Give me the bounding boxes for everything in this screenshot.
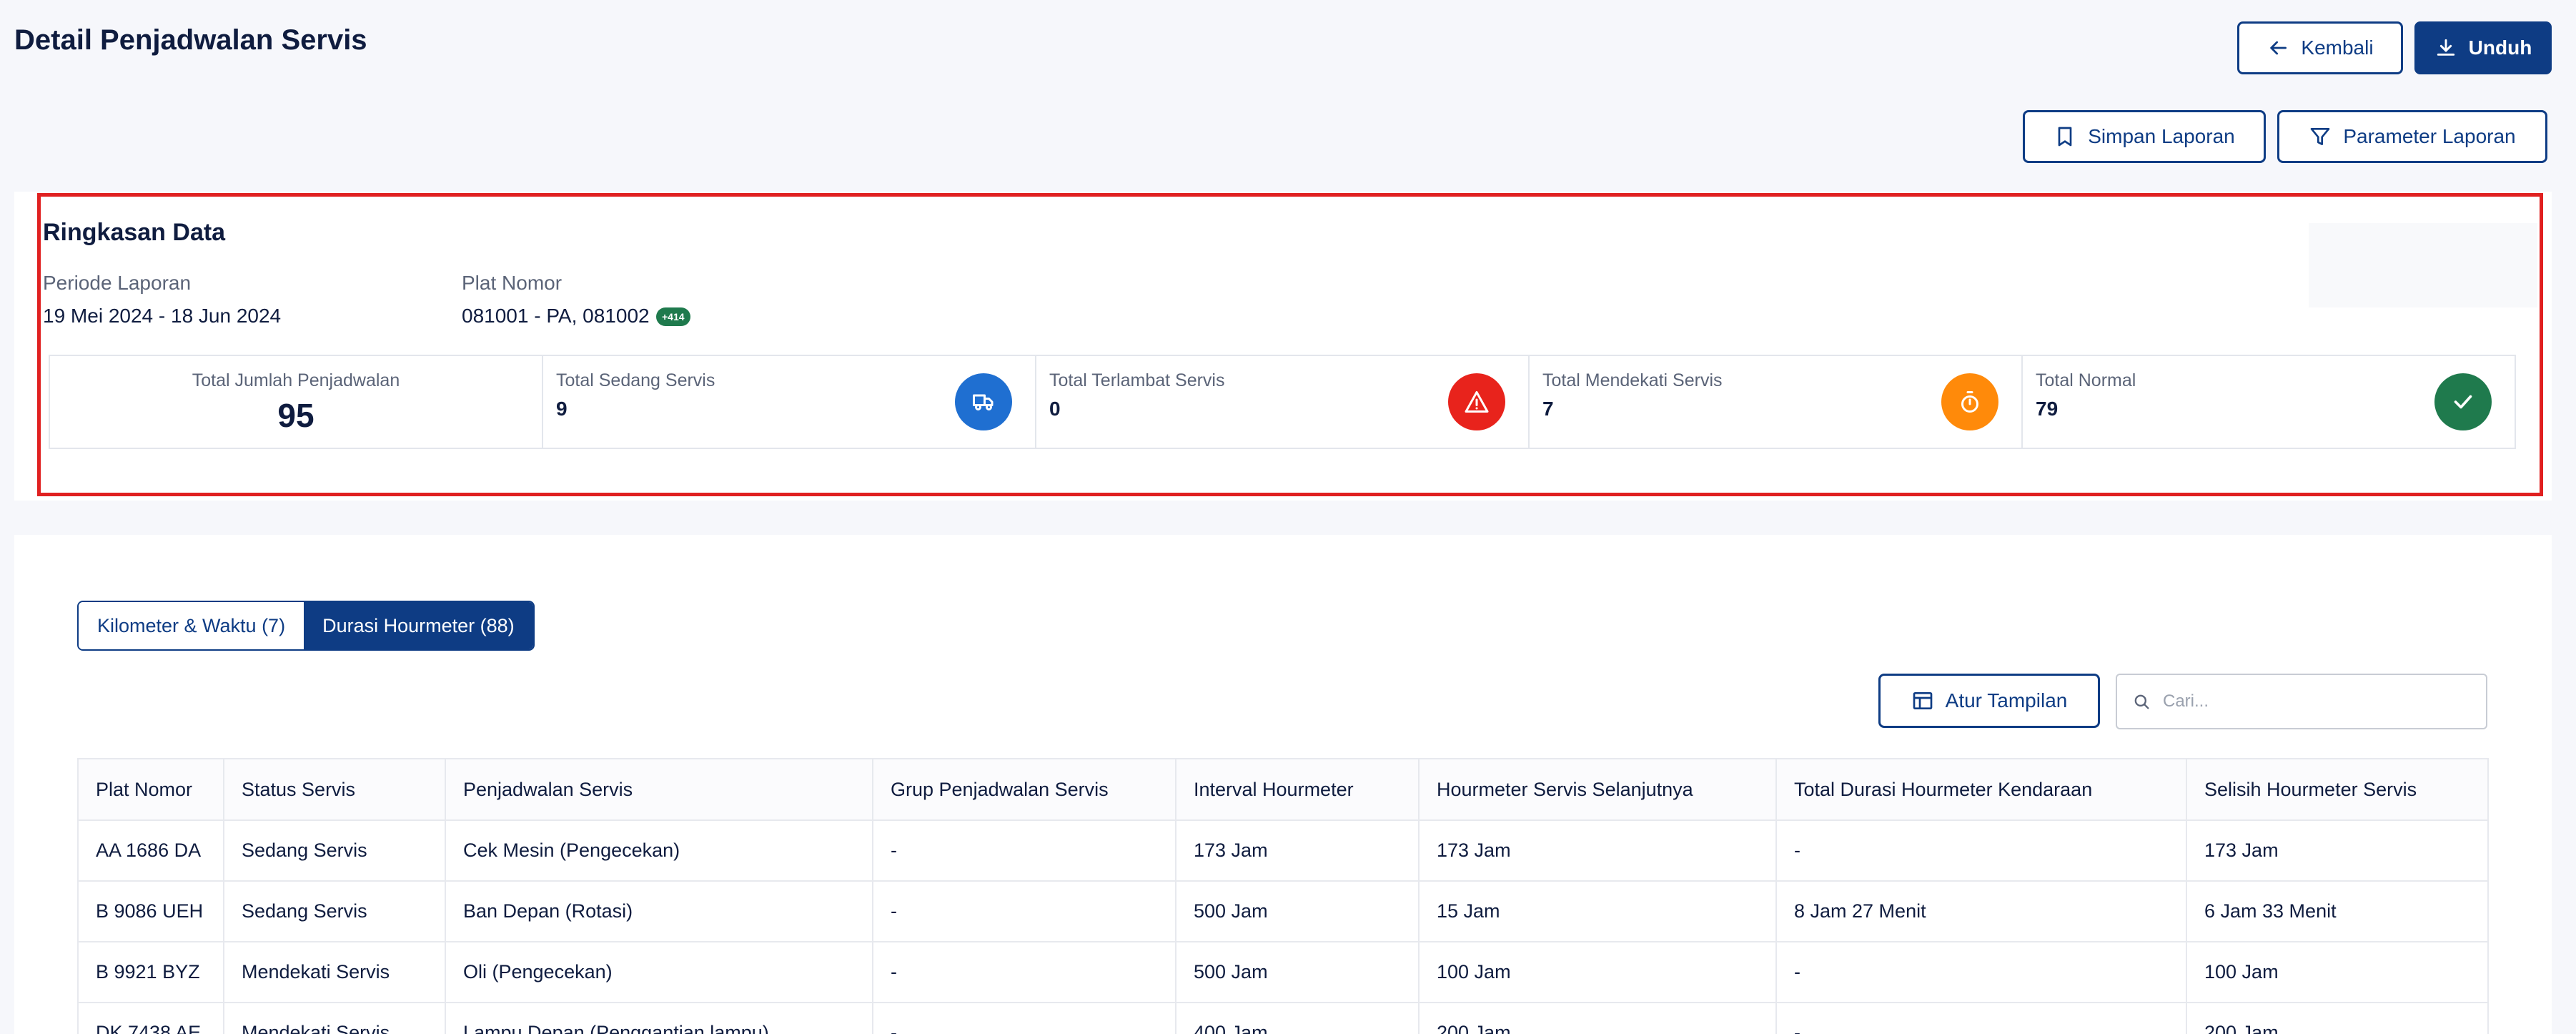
stat-label: Total Terlambat Servis <box>1049 370 1225 390</box>
download-icon <box>2437 39 2454 56</box>
table-cell: B 9921 BYZ <box>77 941 224 1003</box>
view-settings-label: Atur Tampilan <box>1945 689 2068 712</box>
column-header[interactable]: Total Durasi Hourmeter Kendaraan <box>1775 758 2187 821</box>
stat-card-in-service: Total Sedang Servis 9 <box>542 356 1035 448</box>
column-header[interactable]: Plat Nomor <box>77 758 224 821</box>
search-input[interactable] <box>2163 691 2477 712</box>
summary-title: Ringkasan Data <box>43 219 226 246</box>
column-header[interactable]: Hourmeter Servis Selanjutnya <box>1418 758 1777 821</box>
stat-value: 95 <box>277 397 314 434</box>
view-settings-button[interactable]: Atur Tampilan <box>1878 674 2100 728</box>
bookmark-icon <box>2058 127 2072 147</box>
period-label: Periode Laporan <box>43 272 192 294</box>
table-cell: 173 Jam <box>1418 819 1777 882</box>
stat-value: 0 <box>1049 398 1061 420</box>
download-button[interactable]: Unduh <box>2414 21 2552 74</box>
table-cell: 100 Jam <box>1418 941 1777 1003</box>
table-cell: 200 Jam <box>1418 1002 1777 1034</box>
summary-placeholder <box>2309 223 2537 307</box>
period-value: 19 Mei 2024 - 18 Jun 2024 <box>43 305 282 327</box>
table-cell: Sedang Servis <box>223 819 446 882</box>
table-cell: 500 Jam <box>1175 941 1420 1003</box>
table-cell: DK 7438 AE <box>77 1002 224 1034</box>
table-row[interactable]: DK 7438 AE Mendekati Servis Lampu Depan … <box>77 1002 2489 1034</box>
column-header[interactable]: Interval Hourmeter <box>1175 758 1420 821</box>
back-button-label: Kembali <box>2301 36 2374 59</box>
arrow-left-icon <box>2270 41 2287 55</box>
search-icon <box>2134 694 2149 709</box>
table-cell: Mendekati Servis <box>223 941 446 1003</box>
stat-value: 9 <box>556 398 568 420</box>
stat-card-normal: Total Normal 79 <box>2021 356 2515 448</box>
stat-card-approaching-service: Total Mendekati Servis 7 <box>1528 356 2021 448</box>
table-cell: 15 Jam <box>1418 880 1777 942</box>
column-header[interactable]: Selisih Hourmeter Servis <box>2186 758 2489 821</box>
table-cell: Mendekati Servis <box>223 1002 446 1034</box>
plate-more-badge[interactable]: +414 <box>656 307 690 326</box>
stat-card-late-service: Total Terlambat Servis 0 <box>1035 356 1528 448</box>
filter-icon <box>2311 128 2330 145</box>
schedule-table: Plat Nomor Status Servis Penjadwalan Ser… <box>77 758 2489 1034</box>
table-cell: - <box>872 1002 1176 1034</box>
plate-label: Plat Nomor <box>462 272 563 294</box>
table-cell: Oli (Pengecekan) <box>445 941 873 1003</box>
layout-table-icon <box>1913 692 1932 709</box>
table-cell: 500 Jam <box>1175 880 1420 942</box>
stat-label: Total Jumlah Penjadwalan <box>192 370 400 390</box>
table-cell: - <box>872 941 1176 1003</box>
table-cell: AA 1686 DA <box>77 819 224 882</box>
warning-triangle-icon <box>1448 373 1505 430</box>
table-cell: - <box>872 819 1176 882</box>
search-field[interactable] <box>2116 674 2487 729</box>
table-cell: Lampu Depan (Penggantian lampu) <box>445 1002 873 1034</box>
table-cell: 6 Jam 33 Menit <box>2186 880 2489 942</box>
column-header[interactable]: Grup Penjadwalan Servis <box>872 758 1176 821</box>
stopwatch-icon <box>1941 373 1998 430</box>
stat-label: Total Sedang Servis <box>556 370 715 390</box>
stat-value: 7 <box>1542 398 1554 420</box>
check-icon <box>2434 373 2492 430</box>
table-cell: - <box>1775 941 2187 1003</box>
summary-highlight-frame <box>37 193 2543 496</box>
table-cell: 400 Jam <box>1175 1002 1420 1034</box>
download-button-label: Unduh <box>2468 36 2532 59</box>
truck-repair-icon <box>955 373 1012 430</box>
table-row[interactable]: B 9086 UEH Sedang Servis Ban Depan (Rota… <box>77 880 2489 942</box>
page-title: Detail Penjadwalan Servis <box>14 24 367 56</box>
tab-kilometer-time[interactable]: Kilometer & Waktu (7) <box>79 602 304 649</box>
tab-group: Kilometer & Waktu (7) Durasi Hourmeter (… <box>77 601 535 651</box>
table-cell: Sedang Servis <box>223 880 446 942</box>
table-row[interactable]: AA 1686 DA Sedang Servis Cek Mesin (Peng… <box>77 819 2489 882</box>
stats-row: Total Jumlah Penjadwalan 95 Total Sedang… <box>49 355 2516 449</box>
table-row[interactable]: B 9921 BYZ Mendekati Servis Oli (Pengece… <box>77 941 2489 1003</box>
column-header[interactable]: Penjadwalan Servis <box>445 758 873 821</box>
tab-hourmeter-duration[interactable]: Durasi Hourmeter (88) <box>304 602 533 649</box>
report-parameters-button[interactable]: Parameter Laporan <box>2277 110 2547 163</box>
table-cell: 173 Jam <box>1175 819 1420 882</box>
report-parameters-label: Parameter Laporan <box>2343 125 2516 147</box>
table-cell: 8 Jam 27 Menit <box>1775 880 2187 942</box>
save-report-button[interactable]: Simpan Laporan <box>2023 110 2266 163</box>
stat-card-total-scheduling: Total Jumlah Penjadwalan 95 <box>50 356 542 448</box>
stat-value: 79 <box>2036 398 2059 420</box>
save-report-label: Simpan Laporan <box>2088 125 2235 147</box>
table-cell: - <box>1775 1002 2187 1034</box>
back-button[interactable]: Kembali <box>2237 21 2403 74</box>
table-cell: 100 Jam <box>2186 941 2489 1003</box>
table-cell: Cek Mesin (Pengecekan) <box>445 819 873 882</box>
table-cell: 173 Jam <box>2186 819 2489 882</box>
table-cell: B 9086 UEH <box>77 880 224 942</box>
table-cell: - <box>1775 819 2187 882</box>
table-header-row: Plat Nomor Status Servis Penjadwalan Ser… <box>77 758 2489 821</box>
stat-label: Total Normal <box>2036 370 2136 390</box>
table-cell: 200 Jam <box>2186 1002 2489 1034</box>
plate-value: 081001 - PA, 081002 <box>462 305 650 327</box>
stat-label: Total Mendekati Servis <box>1542 370 1723 390</box>
column-header[interactable]: Status Servis <box>223 758 446 821</box>
table-cell: Ban Depan (Rotasi) <box>445 880 873 942</box>
table-cell: - <box>872 880 1176 942</box>
